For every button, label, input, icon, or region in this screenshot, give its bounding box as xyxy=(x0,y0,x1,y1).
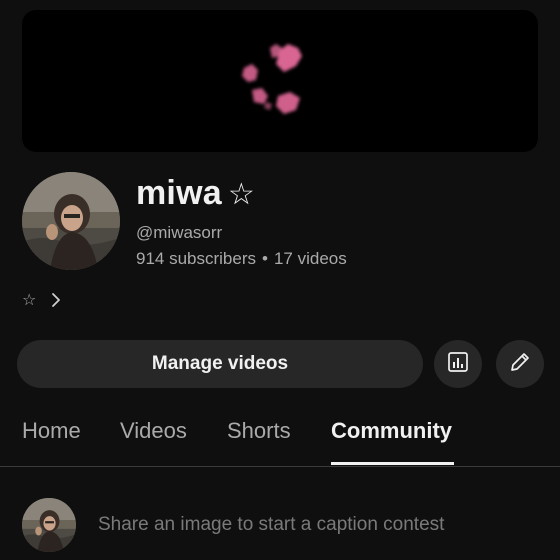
pencil-icon xyxy=(508,350,532,379)
caption-contest-prompt[interactable]: Share an image to start a caption contes… xyxy=(98,514,444,536)
description-star-icon: ☆ xyxy=(22,292,37,309)
analytics-button[interactable] xyxy=(434,340,482,388)
composer-avatar xyxy=(22,498,76,552)
chevron-right-icon xyxy=(50,292,62,308)
star-icon: ☆ xyxy=(227,178,255,211)
analytics-icon xyxy=(446,350,470,379)
tab-shorts[interactable]: Shorts xyxy=(227,418,291,444)
manage-videos-button[interactable]: Manage videos xyxy=(17,340,423,388)
tab-videos[interactable]: Videos xyxy=(120,418,187,444)
channel-page: miwa ☆ @miwasorr 914 subscribers • 17 video… xyxy=(0,0,560,560)
channel-avatar[interactable] xyxy=(22,172,120,270)
channel-description-link[interactable]: ☆ xyxy=(22,289,62,311)
channel-stats: 914 subscribers • 17 videos xyxy=(136,249,347,269)
stats-separator: • xyxy=(262,249,268,268)
channel-name-text: miwa xyxy=(136,174,222,212)
tab-home[interactable]: Home xyxy=(22,418,81,444)
subscriber-count: 914 subscribers xyxy=(136,249,257,268)
active-tab-indicator xyxy=(331,462,454,465)
video-count: 17 videos xyxy=(273,249,347,268)
avatar-photo-small xyxy=(22,498,76,552)
tab-community[interactable]: Community xyxy=(331,418,452,444)
channel-banner[interactable] xyxy=(22,10,538,152)
heart-cluster-graphic xyxy=(242,44,302,114)
edit-channel-button[interactable] xyxy=(496,340,544,388)
channel-tabs: Home Videos Shorts Community xyxy=(0,404,560,467)
avatar-photo xyxy=(22,172,120,270)
channel-handle: @miwasorr xyxy=(136,223,223,242)
channel-title: miwa ☆ xyxy=(136,174,255,213)
